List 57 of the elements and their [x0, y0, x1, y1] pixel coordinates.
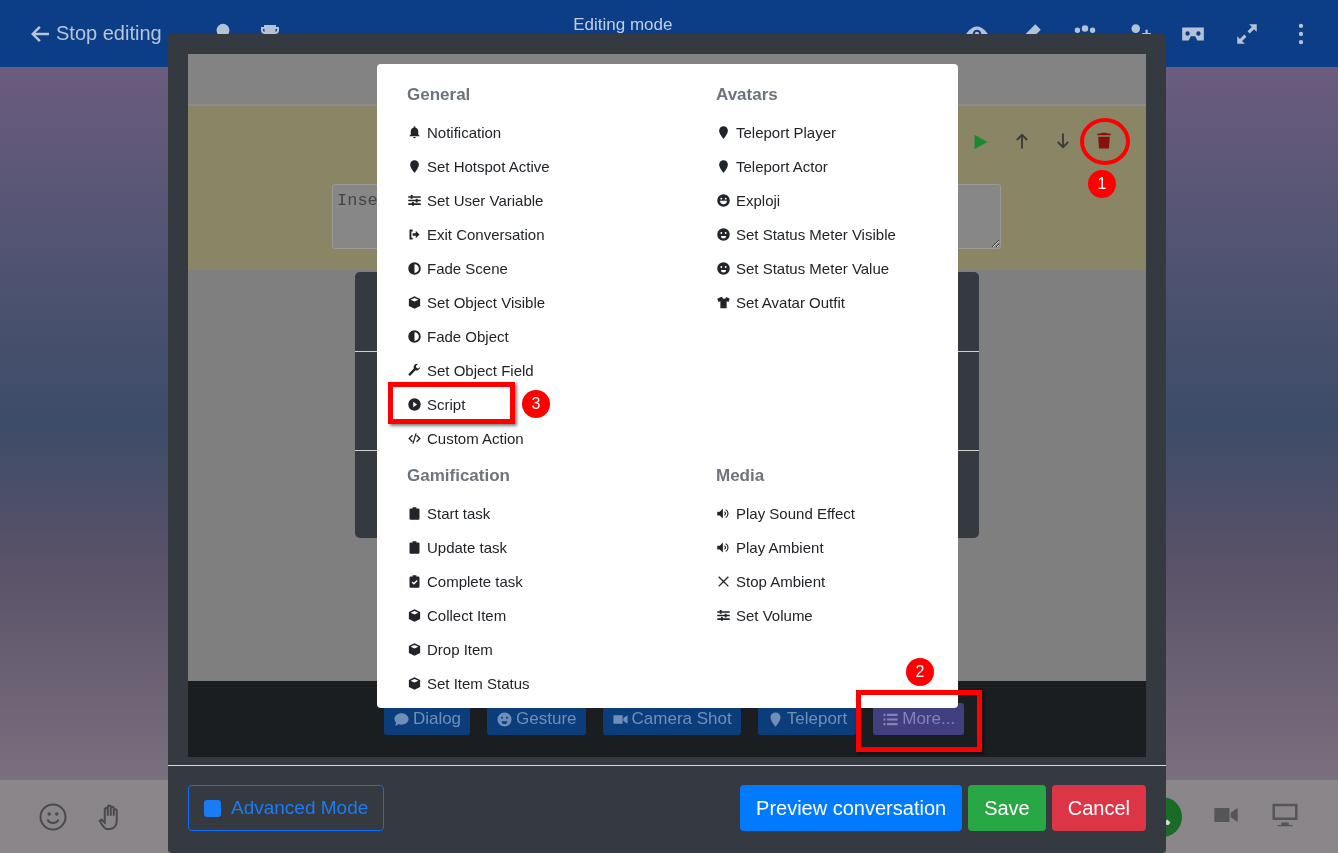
stop-editing-button[interactable]: Stop editing — [28, 21, 162, 46]
section-heading: Gamification — [407, 465, 511, 487]
menu-item[interactable]: Set Avatar Outfit — [716, 285, 845, 319]
code-icon — [407, 430, 422, 446]
smiley-icon — [496, 710, 514, 728]
menu-item[interactable]: Set Object Visible — [407, 285, 546, 319]
menu-item[interactable]: Set User Variable — [407, 183, 544, 217]
menu-item[interactable]: Custom Action — [407, 421, 524, 455]
speech-bubble-icon — [392, 710, 410, 728]
cube-icon — [407, 675, 422, 691]
section-heading: Avatars — [716, 84, 779, 106]
smiley-icon — [716, 226, 731, 242]
clipboard-icon — [407, 505, 422, 521]
menu-item[interactable]: Stop Ambient — [716, 564, 826, 598]
menu-item[interactable]: Complete task — [407, 564, 523, 598]
menu-item[interactable]: Update task — [407, 530, 508, 564]
grin-face-icon — [716, 192, 731, 208]
menu-item[interactable]: Exploji — [716, 183, 781, 217]
menu-item[interactable]: Set Status Meter Value — [716, 251, 890, 285]
clipboard-icon — [407, 539, 422, 555]
page-title: Editing mode — [573, 14, 673, 35]
menu-item[interactable]: Teleport Actor — [716, 149, 828, 183]
menu-item[interactable]: Collect Item — [407, 598, 507, 632]
menu-item[interactable]: Set Volume — [716, 598, 813, 632]
map-marker-icon — [716, 124, 731, 140]
sliders-icon — [407, 192, 422, 208]
wrench-icon — [407, 362, 422, 378]
menu-item[interactable]: Drop Item — [407, 632, 493, 666]
cancel-button[interactable]: Cancel — [1051, 785, 1146, 831]
menu-item[interactable]: Play Sound Effect — [716, 496, 855, 530]
preview-button[interactable]: Preview conversation — [740, 785, 963, 831]
menu-item[interactable]: Fade Scene — [407, 251, 508, 285]
cube-icon — [407, 641, 422, 657]
menu-item[interactable]: Notification — [407, 115, 502, 149]
menu-item[interactable]: Fade Object — [407, 319, 509, 353]
menu-item[interactable]: Set Item Status — [407, 666, 530, 700]
sliders-icon — [716, 607, 731, 623]
cube-icon — [407, 294, 422, 310]
smiley-icon — [716, 260, 731, 276]
menu-item[interactable]: Exit Conversation — [407, 217, 545, 251]
checkbox[interactable] — [204, 799, 221, 817]
smiley-icon[interactable] — [38, 801, 68, 832]
menu-item[interactable]: Play Ambient — [716, 530, 824, 564]
clipboard-check-icon — [407, 573, 422, 589]
menu-item[interactable]: Set Hotspot Active — [407, 149, 550, 183]
map-marker-icon — [716, 158, 731, 174]
highlight-ring — [1080, 118, 1130, 165]
section-heading: General — [407, 84, 472, 106]
bell-icon — [407, 124, 422, 140]
menu-item[interactable]: Set Status Meter Visible — [716, 217, 896, 251]
trash-icon[interactable] — [1094, 131, 1114, 151]
menu-item[interactable]: Start task — [407, 496, 491, 530]
section-heading: Media — [716, 465, 766, 487]
menu-item[interactable]: Teleport Player — [716, 115, 837, 149]
cube-icon — [407, 607, 422, 623]
t-shirt-icon — [716, 294, 731, 310]
map-marker-icon — [407, 158, 422, 174]
